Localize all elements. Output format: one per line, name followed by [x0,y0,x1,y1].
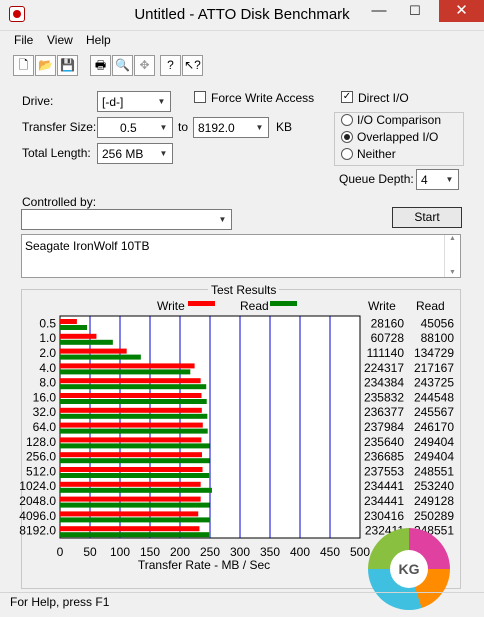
read-value: 45056 [421,316,455,330]
read-value: 217167 [414,361,454,375]
status-text: For Help, press F1 [10,595,110,609]
write-bar [60,378,201,384]
x-tick-label: 450 [320,545,340,559]
read-bar [60,384,207,390]
x-axis-title: Transfer Rate - MB / Sec [138,558,270,572]
write-bar [60,319,77,324]
write-value: 60728 [371,331,405,345]
y-category-label: 0.5 [39,316,56,330]
read-legend-swatch [270,301,297,306]
write-value: 234441 [364,494,404,508]
x-tick-label: 50 [83,545,97,559]
read-value: 250289 [414,509,454,523]
x-tick-label: 350 [260,545,280,559]
read-bar [60,369,191,375]
read-value: 246170 [414,420,454,434]
read-bar [60,354,141,360]
read-column-header: Read [416,299,445,313]
write-value: 237984 [364,420,404,434]
read-value: 245567 [414,405,454,419]
x-tick-label: 300 [230,545,250,559]
x-tick-label: 150 [140,545,160,559]
write-value: 235832 [364,390,404,404]
read-value: 253240 [414,479,454,493]
read-value: 243725 [414,376,454,390]
y-category-label: 2.0 [39,346,56,360]
write-legend-swatch [188,301,215,306]
watermark-text: KG [390,550,428,588]
y-category-label: 4.0 [39,361,56,375]
read-legend-label: Read [240,299,269,313]
write-value: 224317 [364,361,404,375]
write-value: 111140 [367,346,405,360]
y-category-label: 4096.0 [19,509,56,523]
write-legend-label: Write [157,299,185,313]
read-bar [60,339,113,345]
write-value: 236377 [364,405,404,419]
write-value: 230416 [364,509,404,523]
read-bar [60,502,210,508]
read-value: 248551 [414,464,454,478]
read-bar [60,399,207,404]
read-value: 249128 [414,494,454,508]
write-bar [60,467,203,472]
y-category-label: 64.0 [33,420,57,434]
write-value: 236685 [364,450,404,464]
read-bar [60,487,212,493]
y-category-label: 1024.0 [19,479,56,493]
read-bar [60,517,211,523]
x-tick-label: 500 [350,545,370,559]
read-bar [60,325,88,330]
y-category-label: 32.0 [33,405,57,419]
write-value: 235640 [364,435,404,449]
write-bar [60,511,199,517]
write-bar [60,526,200,532]
write-bar [60,393,202,398]
write-value: 237553 [364,464,404,478]
x-tick-label: 250 [200,545,220,559]
y-category-label: 128.0 [26,435,56,449]
y-category-label: 1.0 [39,331,56,345]
x-tick-label: 200 [170,545,190,559]
y-category-label: 16.0 [33,390,57,404]
x-tick-label: 100 [110,545,130,559]
read-bar [60,473,210,478]
write-bar [60,437,202,443]
results-chart: Write Read Write Read 0.51.02.04.08.016.… [19,299,455,572]
read-bar [60,428,208,434]
write-bar [60,333,97,339]
y-category-label: 256.0 [26,450,56,464]
write-bar [60,363,195,369]
read-bar [60,532,210,538]
y-category-label: 512.0 [26,464,56,478]
write-column-header: Write [368,299,396,313]
write-bar [60,422,203,428]
write-value: 28160 [371,316,405,330]
y-category-label: 2048.0 [19,494,56,508]
x-tick-label: 0 [57,545,64,559]
read-value: 244548 [414,390,454,404]
read-value: 88100 [421,331,455,345]
read-bar [60,413,208,419]
x-tick-label: 400 [290,545,310,559]
read-value: 134729 [414,346,454,360]
read-bar [60,458,210,464]
write-bar [60,481,201,487]
y-category-label: 8192.0 [19,524,56,538]
write-bar [60,348,127,354]
write-value: 234441 [364,479,404,493]
y-category-label: 8.0 [39,376,56,390]
write-bar [60,496,201,502]
read-value: 249404 [414,450,454,464]
write-bar [60,407,202,413]
write-bar [60,452,203,458]
read-value: 249404 [414,435,454,449]
status-bar: For Help, press F1 [0,592,484,617]
read-bar [60,443,210,449]
write-value: 234384 [364,376,404,390]
